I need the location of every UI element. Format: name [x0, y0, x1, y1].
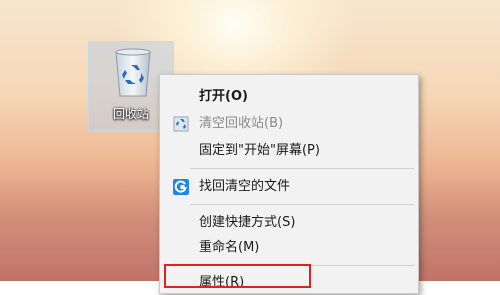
- menu-item-label: 打开(O): [199, 89, 248, 104]
- menu-separator: [190, 168, 414, 169]
- context-menu: 打开(O) 清空回收站(B) 固定到"开始"屏幕(P) 找回清空的文件 创建快捷…: [159, 74, 419, 294]
- menu-item-rename[interactable]: 重命名(M): [160, 236, 418, 260]
- menu-item-label: 固定到"开始"屏幕(P): [199, 143, 320, 158]
- menu-item-open[interactable]: 打开(O): [160, 85, 418, 109]
- recycle-bin-icon: [115, 48, 151, 97]
- menu-item-empty-recycle-bin[interactable]: 清空回收站(B): [160, 112, 418, 136]
- menu-item-recover-files[interactable]: 找回清空的文件: [160, 175, 418, 199]
- empty-recycle-bin-icon: [173, 116, 189, 132]
- menu-item-pin-to-start[interactable]: 固定到"开始"屏幕(P): [160, 139, 418, 163]
- menu-item-label: 找回清空的文件: [199, 179, 291, 194]
- file-recovery-icon: [173, 179, 189, 195]
- menu-item-label: 重命名(M): [199, 240, 260, 255]
- properties-highlight-box: [164, 264, 311, 288]
- menu-item-label: 创建快捷方式(S): [199, 215, 296, 230]
- menu-item-create-shortcut[interactable]: 创建快捷方式(S): [160, 211, 418, 235]
- menu-item-label: 清空回收站(B): [199, 116, 284, 131]
- menu-separator: [190, 204, 414, 205]
